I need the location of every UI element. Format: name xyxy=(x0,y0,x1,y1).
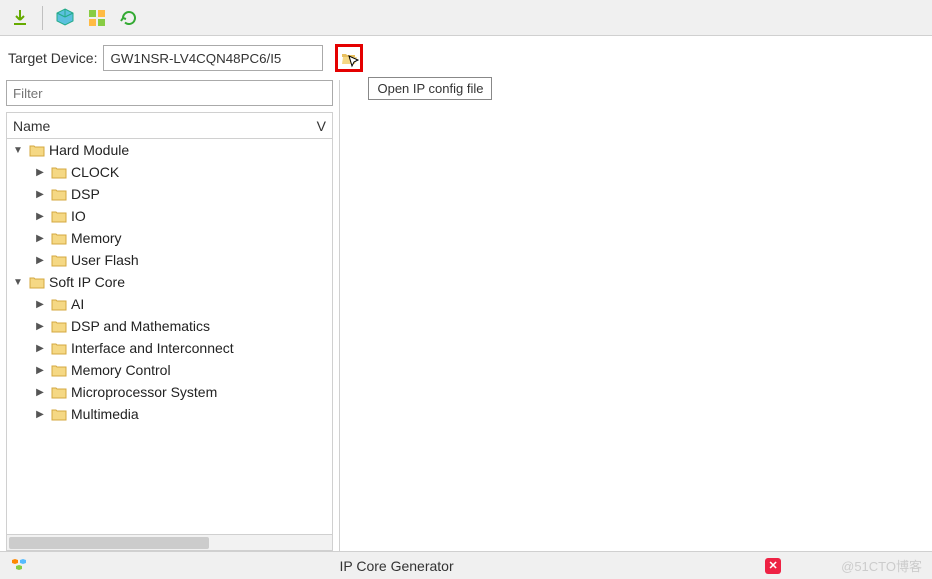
chevron-icon: ▶ xyxy=(33,343,47,354)
tree-item-label: Memory xyxy=(71,230,122,246)
tree-item-label: Multimedia xyxy=(71,406,139,422)
folder-icon xyxy=(51,407,67,421)
chevron-icon: ▼ xyxy=(11,145,25,156)
toolbar-divider xyxy=(42,6,43,30)
folder-icon xyxy=(51,363,67,377)
folder-icon xyxy=(51,297,67,311)
refresh-button[interactable] xyxy=(115,4,143,32)
cursor-icon xyxy=(348,55,362,69)
chevron-icon: ▶ xyxy=(33,365,47,376)
tree-item-label: User Flash xyxy=(71,252,139,268)
left-panel: Name V ▼Hard Module▶CLOCK▶DSP▶IO▶Memory▶… xyxy=(0,80,340,551)
tree-item[interactable]: ▶ DSP xyxy=(7,183,332,205)
filter-input[interactable] xyxy=(6,80,333,106)
tree-item-label: Memory Control xyxy=(71,362,171,378)
chevron-icon: ▶ xyxy=(33,211,47,222)
tree-item[interactable]: ▶ Memory Control xyxy=(7,359,332,381)
folder-icon xyxy=(51,341,67,355)
close-button[interactable]: ✕ xyxy=(765,558,781,574)
tree-item-label: IO xyxy=(71,208,86,224)
tree-item-label: DSP and Mathematics xyxy=(71,318,210,334)
tree-item-label: Soft IP Core xyxy=(49,274,125,290)
chevron-icon: ▶ xyxy=(33,167,47,178)
tree-body: ▼Hard Module▶CLOCK▶DSP▶IO▶Memory▶User Fl… xyxy=(7,139,332,534)
tree-item[interactable]: ▶ AI xyxy=(7,293,332,315)
chevron-icon: ▶ xyxy=(33,255,47,266)
tree-header[interactable]: Name V xyxy=(7,113,332,139)
cube-button[interactable] xyxy=(51,4,79,32)
tree-item[interactable]: ▶ DSP and Mathematics xyxy=(7,315,332,337)
chevron-icon: ▶ xyxy=(33,189,47,200)
tree-item[interactable]: ▶ CLOCK xyxy=(7,161,332,183)
download-button[interactable] xyxy=(6,4,34,32)
cube-icon xyxy=(54,7,76,29)
refresh-icon xyxy=(119,8,139,28)
folder-icon xyxy=(51,187,67,201)
main-area: Name V ▼Hard Module▶CLOCK▶DSP▶IO▶Memory▶… xyxy=(0,80,932,551)
folder-icon xyxy=(51,319,67,333)
folder-icon xyxy=(51,165,67,179)
tree-item-label: Hard Module xyxy=(49,142,129,158)
download-icon xyxy=(10,8,30,28)
folder-icon xyxy=(51,231,67,245)
tree-item-label: CLOCK xyxy=(71,164,119,180)
tree-item-label: DSP xyxy=(71,186,100,202)
tree-item[interactable]: ▼ Hard Module xyxy=(7,139,332,161)
tree-item-label: Interface and Interconnect xyxy=(71,340,234,356)
folder-icon xyxy=(51,209,67,223)
chevron-icon: ▶ xyxy=(33,233,47,244)
tree-item[interactable]: ▶ User Flash xyxy=(7,249,332,271)
horizontal-scrollbar[interactable] xyxy=(7,534,332,550)
status-bar: IP Core Generator ✕ @51CTO博客 xyxy=(0,551,932,579)
folder-icon xyxy=(51,253,67,267)
tree-item[interactable]: ▶ Interface and Interconnect xyxy=(7,337,332,359)
tree-item[interactable]: ▶ Microprocessor System xyxy=(7,381,332,403)
tree-item[interactable]: ▶ Memory xyxy=(7,227,332,249)
chevron-icon: ▶ xyxy=(33,299,47,310)
tree-header-name: Name xyxy=(13,118,50,134)
target-device-label: Target Device: xyxy=(8,50,97,66)
folder-icon xyxy=(51,385,67,399)
chevron-icon: ▶ xyxy=(33,387,47,398)
tree-item[interactable]: ▶ Multimedia xyxy=(7,403,332,425)
tooltip: Open IP config file xyxy=(368,77,492,100)
tree-container: Name V ▼Hard Module▶CLOCK▶DSP▶IO▶Memory▶… xyxy=(6,112,333,551)
tree-header-v: V xyxy=(317,118,326,134)
scrollbar-thumb[interactable] xyxy=(9,537,209,549)
open-ip-config-button[interactable]: Open IP config file xyxy=(335,44,363,72)
tree-item-label: Microprocessor System xyxy=(71,384,217,400)
target-device-row: Target Device: Open IP config file xyxy=(0,36,932,80)
watermark: @51CTO博客 xyxy=(841,556,922,575)
chevron-icon: ▶ xyxy=(33,321,47,332)
status-title: IP Core Generator xyxy=(28,558,765,574)
tree-item-label: AI xyxy=(71,296,84,312)
tree-item[interactable]: ▼ Soft IP Core xyxy=(7,271,332,293)
right-panel xyxy=(340,80,932,551)
grid-icon xyxy=(87,8,107,28)
tree-item[interactable]: ▶ IO xyxy=(7,205,332,227)
chevron-icon: ▶ xyxy=(33,409,47,420)
target-device-input[interactable] xyxy=(103,45,323,71)
main-toolbar xyxy=(0,0,932,36)
grid-button[interactable] xyxy=(83,4,111,32)
folder-icon xyxy=(29,143,45,157)
cubes-icon xyxy=(10,555,28,576)
chevron-icon: ▼ xyxy=(11,277,25,288)
folder-icon xyxy=(29,275,45,289)
